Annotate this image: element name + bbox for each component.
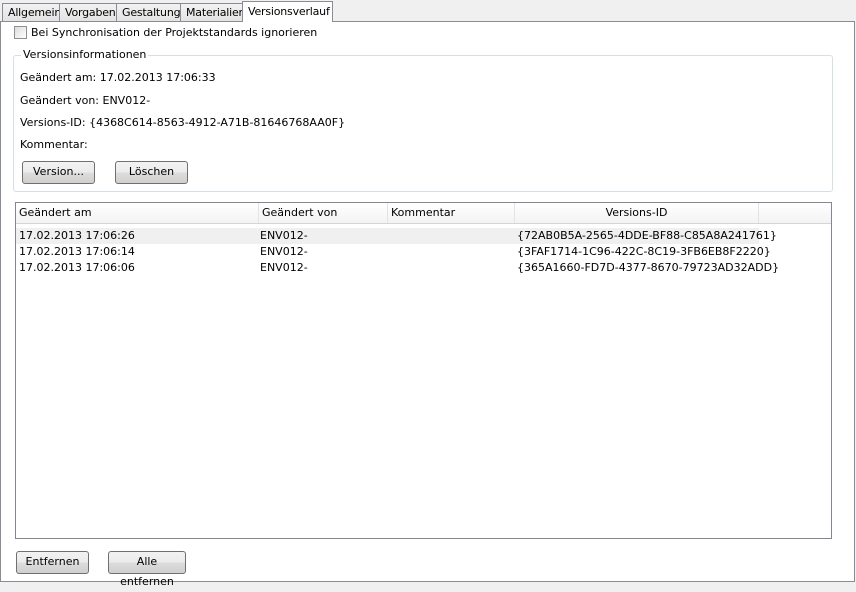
column-header-comment[interactable]: Kommentar [388,203,515,223]
panel-content: Bei Synchronisation der Projektstandards… [0,0,856,588]
remove-all-button-label: Alle entfernen [120,555,174,588]
delete-button-label: Löschen [128,165,175,178]
delete-button[interactable]: Löschen [115,161,188,184]
table-row[interactable]: 17.02.2013 17:06:06 ENV012- {365A1660-FD… [16,260,831,276]
remove-button-label: Entfernen [25,555,80,568]
list-header: Geändert am Geändert von Kommentar Versi… [16,203,831,224]
column-header-version-id[interactable]: Versions-ID [515,203,759,223]
version-history-list[interactable]: Geändert am Geändert von Kommentar Versi… [15,202,832,539]
version-button-label: Version... [33,165,84,178]
version-id-text: Versions-ID: {4368C614-8563-4912-A71B-81… [20,116,346,129]
row-user: ENV012- [260,245,308,258]
row-user: ENV012- [260,261,308,274]
row-date: 17.02.2013 17:06:14 [19,245,135,258]
row-user: ENV012- [260,229,308,242]
column-header-changed-by[interactable]: Geändert von [259,203,388,223]
row-version-id: {3FAF1714-1C96-422C-8C19-3FB6EB8F2220} [517,245,771,258]
sync-ignore-label[interactable]: Bei Synchronisation der Projektstandards… [31,26,317,39]
column-header-changed-at[interactable]: Geändert am [16,203,259,223]
table-row[interactable]: 17.02.2013 17:06:26 ENV012- {72AB0B5A-25… [16,228,777,244]
version-info-title: Versionsinformationen [21,48,149,61]
table-row[interactable]: 17.02.2013 17:06:14 ENV012- {3FAF1714-1C… [16,244,831,260]
changed-at-text: Geändert am: 17.02.2013 17:06:33 [20,71,216,84]
remove-button[interactable]: Entfernen [16,551,89,574]
remove-all-button[interactable]: Alle entfernen [108,551,186,588]
sync-ignore-checkbox[interactable] [14,26,27,39]
row-version-id: {72AB0B5A-2565-4DDE-BF88-C85A8A241761} [517,229,777,242]
row-date: 17.02.2013 17:06:26 [19,229,135,242]
version-button[interactable]: Version... [22,161,95,184]
comment-label: Kommentar: [20,138,88,151]
row-version-id: {365A1660-FD7D-4377-8670-79723AD32ADD} [517,261,780,274]
row-date: 17.02.2013 17:06:06 [19,261,135,274]
changed-by-text: Geändert von: ENV012- [20,94,151,107]
